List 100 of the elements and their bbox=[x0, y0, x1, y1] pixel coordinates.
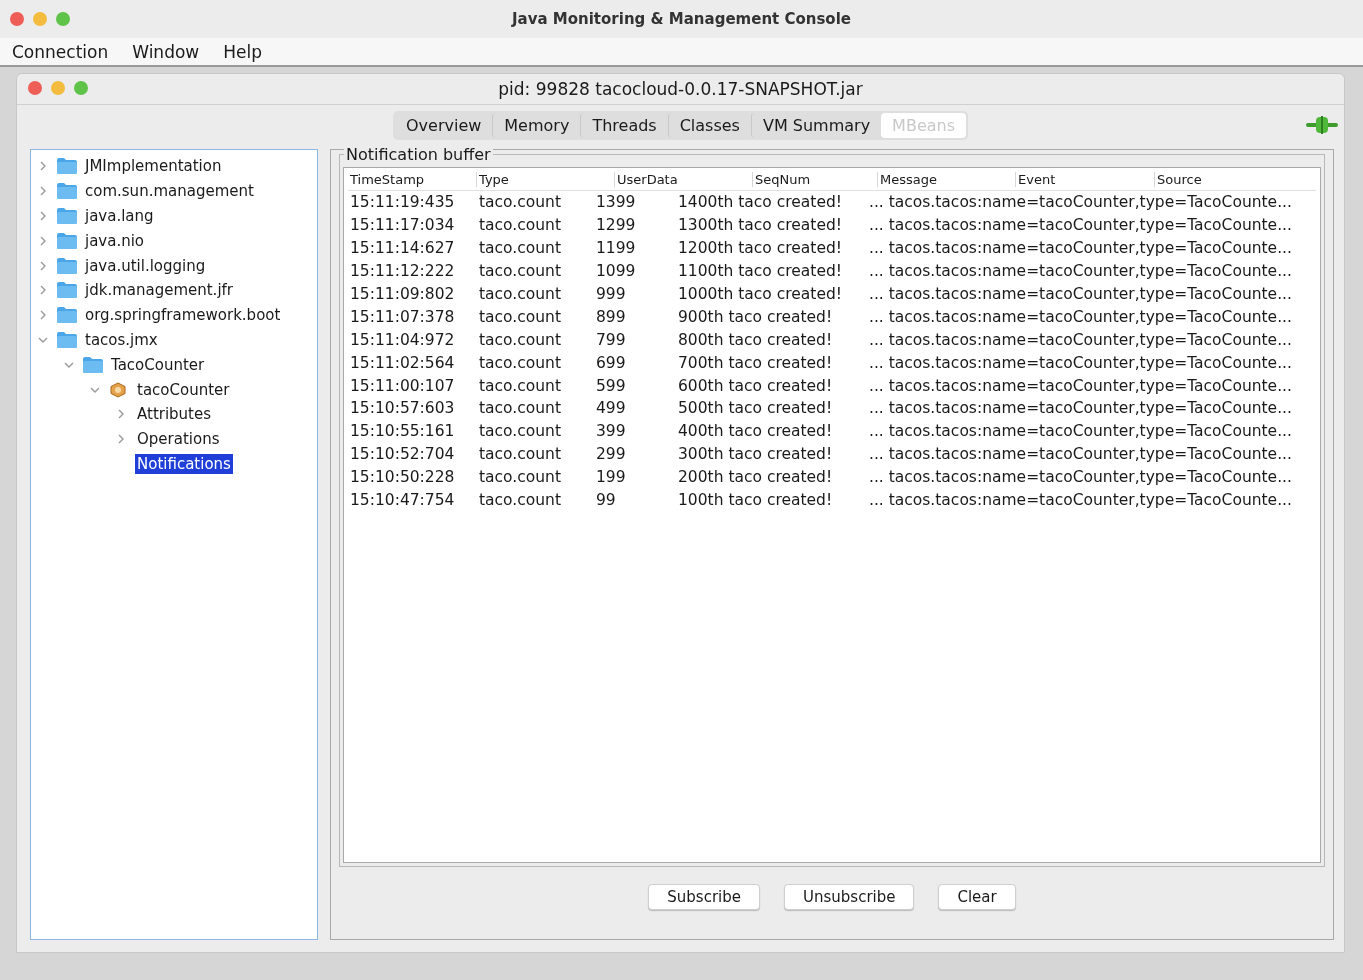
table-cell-text: taco.count bbox=[478, 330, 562, 349]
table-cell-text: 400th taco created! bbox=[677, 422, 834, 441]
table-cell-text: 1399 bbox=[595, 193, 637, 212]
table-cell-text: 499 bbox=[595, 399, 627, 418]
table-cell-text: 15:10:57:603 bbox=[349, 399, 456, 418]
table-cell-text: 1200th taco created! bbox=[677, 239, 844, 258]
table-cell-text: 1199 bbox=[595, 239, 637, 258]
column-header[interactable]: Source bbox=[1154, 171, 1316, 187]
bean-icon bbox=[109, 381, 127, 398]
menu-item[interactable]: Connection bbox=[12, 41, 109, 62]
folder-icon bbox=[57, 257, 77, 274]
table-cell-text: 15:11:17:034 bbox=[349, 216, 456, 235]
table-cell-text: ... tacos.tacos:name=tacoCounter,type=TacoCounte... bbox=[868, 307, 1293, 326]
plug-icon[interactable] bbox=[1306, 116, 1338, 134]
close-button[interactable] bbox=[28, 81, 42, 95]
table-cell-text: 1099 bbox=[595, 262, 637, 281]
folder-icon bbox=[83, 356, 103, 373]
window-title: pid: 99828 tacocloud-0.0.17-SNAPSHOT.jar bbox=[498, 79, 863, 99]
menu-item[interactable]: Help bbox=[223, 41, 262, 62]
tree-item[interactable]: java.nio bbox=[83, 230, 147, 251]
table-cell-text: ... tacos.tacos:name=tacoCounter,type=TacoCounte... bbox=[868, 330, 1293, 349]
action-button[interactable]: Unsubscribe bbox=[784, 884, 915, 910]
table-cell-text: 700th taco created! bbox=[677, 353, 834, 372]
tree-item[interactable]: TacoCounter bbox=[109, 354, 207, 375]
table-cell-text: 15:11:14:627 bbox=[349, 239, 456, 258]
table-cell-text: 15:11:00:107 bbox=[349, 376, 456, 395]
table-cell-text: 15:11:09:802 bbox=[349, 285, 456, 303]
tree-item[interactable]: Operations bbox=[135, 429, 222, 450]
close-button[interactable] bbox=[10, 12, 24, 26]
table-cell-text: ... tacos.tacos:name=tacoCounter,type=TacoCounte... bbox=[868, 468, 1293, 487]
table-cell-text: taco.count bbox=[478, 307, 562, 326]
table-cell-text: 500th taco created! bbox=[677, 399, 834, 418]
table-cell-text: 15:10:50:228 bbox=[349, 468, 456, 487]
table-cell-text: 1000th taco created! bbox=[677, 285, 844, 303]
table-cell-text: 100th taco created! bbox=[677, 491, 834, 509]
action-button[interactable]: Subscribe bbox=[648, 884, 760, 910]
tab[interactable]: Threads bbox=[580, 112, 668, 138]
tree-item[interactable]: com.sun.management bbox=[83, 181, 256, 202]
column-header[interactable]: SeqNum bbox=[752, 171, 877, 187]
table-cell-text: ... tacos.tacos:name=tacoCounter,type=TacoCounte... bbox=[868, 422, 1293, 441]
tree-item[interactable]: tacoCounter bbox=[135, 379, 232, 400]
table-cell-text: 15:10:55:161 bbox=[349, 422, 456, 441]
table-cell-text: 299 bbox=[595, 445, 627, 464]
folder-icon bbox=[57, 158, 77, 175]
tab[interactable]: Classes bbox=[667, 112, 751, 138]
table-cell-text: taco.count bbox=[478, 445, 562, 464]
table-cell-text: taco.count bbox=[478, 193, 562, 212]
zoom-button[interactable] bbox=[74, 81, 88, 95]
table-cell-text: 1400th taco created! bbox=[677, 193, 844, 212]
tab[interactable]: Overview bbox=[395, 112, 493, 138]
table-cell-text: 200th taco created! bbox=[677, 468, 834, 487]
column-header[interactable]: UserData bbox=[614, 171, 752, 187]
folder-icon bbox=[57, 208, 77, 224]
column-header[interactable]: Type bbox=[476, 171, 614, 187]
minimize-button[interactable] bbox=[33, 12, 47, 26]
table-cell-text: ... tacos.tacos:name=tacoCounter,type=TacoCounte... bbox=[868, 216, 1293, 235]
table-cell-text: 15:11:04:972 bbox=[349, 330, 456, 349]
table-cell-text: 300th taco created! bbox=[677, 445, 834, 464]
table-cell-text: taco.count bbox=[478, 285, 562, 303]
table-cell-text: 599 bbox=[595, 376, 627, 395]
table-cell-text: taco.count bbox=[478, 262, 562, 281]
column-header[interactable]: Event bbox=[1015, 171, 1154, 187]
tree-item[interactable]: jdk.management.jfr bbox=[83, 280, 235, 301]
table-cell-text: 399 bbox=[595, 422, 627, 441]
table-cell-text: 1300th taco created! bbox=[677, 216, 844, 235]
tree-item[interactable]: java.util.logging bbox=[83, 255, 208, 276]
tree-item[interactable]: tacos.jmx bbox=[83, 329, 160, 350]
table-cell-text: taco.count bbox=[478, 399, 562, 418]
table-cell-text: ... tacos.tacos:name=tacoCounter,type=TacoCounte... bbox=[868, 353, 1293, 372]
menu-item[interactable]: Window bbox=[132, 41, 200, 62]
action-button[interactable]: Clear bbox=[938, 884, 1016, 910]
table-cell-text: 15:10:52:704 bbox=[349, 445, 456, 464]
table-cell-text: taco.count bbox=[478, 468, 562, 487]
tree-item[interactable]: Attributes bbox=[135, 404, 214, 425]
table-cell-text: taco.count bbox=[478, 239, 562, 258]
table-cell-text: ... tacos.tacos:name=tacoCounter,type=TacoCounte... bbox=[868, 239, 1293, 258]
table-cell-text: 699 bbox=[595, 353, 627, 372]
table-cell-text: 899 bbox=[595, 307, 627, 326]
table-cell-text: 15:11:07:378 bbox=[349, 307, 456, 326]
table-cell-text: 99 bbox=[595, 491, 617, 509]
table-cell-text: 15:11:19:435 bbox=[349, 193, 456, 212]
table-cell-text: 799 bbox=[595, 330, 627, 349]
table-cell-text: ... tacos.tacos:name=tacoCounter,type=TacoCounte... bbox=[868, 193, 1293, 212]
table-cell-text: taco.count bbox=[478, 376, 562, 395]
tab[interactable]: Memory bbox=[492, 112, 581, 138]
tree-item[interactable]: org.springframework.boot bbox=[83, 305, 283, 326]
table-cell-text: 1100th taco created! bbox=[677, 262, 844, 281]
column-header[interactable]: TimeStamp bbox=[348, 171, 476, 187]
folder-icon bbox=[57, 183, 77, 200]
tree-item[interactable]: JMImplementation bbox=[83, 156, 224, 177]
folder-icon bbox=[57, 307, 77, 324]
tree-item[interactable]: Notifications bbox=[135, 453, 233, 474]
tree-item[interactable]: java.lang bbox=[83, 206, 156, 226]
table-cell-text: 199 bbox=[595, 468, 627, 487]
minimize-button[interactable] bbox=[51, 81, 65, 95]
table-cell-text: 800th taco created! bbox=[677, 330, 834, 349]
column-header[interactable]: Message bbox=[877, 171, 1015, 187]
table-cell-text: taco.count bbox=[478, 216, 562, 235]
zoom-button[interactable] bbox=[56, 12, 70, 26]
table-cell-text: 600th taco created! bbox=[677, 376, 834, 395]
